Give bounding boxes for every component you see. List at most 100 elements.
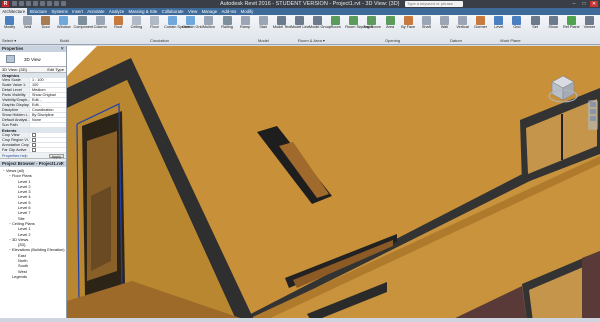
- tab-massing-site[interactable]: Massing & Site: [126, 8, 159, 15]
- set-button[interactable]: Set: [527, 16, 544, 36]
- save-icon[interactable]: [19, 1, 24, 6]
- checkbox[interactable]: [32, 148, 36, 152]
- panel-label-datum[interactable]: Datum: [450, 38, 462, 43]
- tag-room-button[interactable]: Tag Room: [363, 16, 381, 36]
- grid-button[interactable]: Grid: [508, 16, 525, 36]
- minimize-icon[interactable]: –: [570, 1, 578, 7]
- window-button[interactable]: Window: [55, 16, 72, 36]
- maximize-icon[interactable]: □: [580, 1, 588, 7]
- measure-icon[interactable]: [47, 1, 52, 6]
- ramp-button[interactable]: Ramp: [237, 16, 254, 36]
- print-icon[interactable]: [40, 1, 45, 6]
- door-button[interactable]: Door: [37, 16, 54, 36]
- stair-button[interactable]: Stair: [255, 16, 272, 36]
- tab-modify[interactable]: Modify: [238, 8, 255, 15]
- panel-label-select-[interactable]: Select ▾: [2, 38, 16, 43]
- property-value[interactable]: By Discipline: [30, 113, 66, 117]
- floor-button[interactable]: Floor: [146, 16, 163, 36]
- tab-collaborate[interactable]: Collaborate: [159, 8, 185, 15]
- dormer-button[interactable]: Dormer: [472, 16, 489, 36]
- tab-add-ins[interactable]: Add-Ins: [219, 8, 238, 15]
- property-value[interactable]: Show Original: [30, 93, 66, 97]
- wall-button[interactable]: Wall: [19, 16, 36, 36]
- zoom-icon[interactable]: [590, 109, 596, 114]
- edit-type-button[interactable]: Edit Type: [47, 67, 64, 73]
- tab-systems[interactable]: Systems: [49, 8, 70, 15]
- property-value[interactable]: Edit...: [30, 98, 66, 102]
- panel-label-circulation[interactable]: Circulation: [150, 38, 169, 43]
- door[interactable]: [91, 186, 111, 271]
- panel-label-model[interactable]: Model: [258, 38, 269, 43]
- tree-item[interactable]: Legends: [0, 274, 66, 279]
- ceiling-button[interactable]: Ceiling: [128, 16, 145, 36]
- tab-analyze[interactable]: Analyze: [107, 8, 127, 15]
- shaft-button[interactable]: Shaft: [418, 16, 435, 36]
- vertical-button[interactable]: Vertical: [454, 16, 471, 36]
- ribbon-button-label: Door: [41, 25, 50, 29]
- pan-icon[interactable]: [590, 116, 596, 121]
- by-face-button[interactable]: By Face: [400, 16, 417, 36]
- checkbox[interactable]: [32, 143, 36, 147]
- panel-label-build[interactable]: Build: [60, 38, 69, 43]
- model-line-button[interactable]: Model Line: [291, 16, 310, 36]
- tab-manage[interactable]: Manage: [199, 8, 219, 15]
- close-icon[interactable]: ✕: [590, 1, 598, 7]
- panel-label-work-plane[interactable]: Work Plane: [500, 38, 521, 43]
- revit-app-icon[interactable]: R: [2, 1, 9, 7]
- viewcube-icon[interactable]: [548, 72, 578, 104]
- tab-annotate[interactable]: Annotate: [85, 8, 107, 15]
- property-value[interactable]: [30, 133, 66, 137]
- modify-button[interactable]: Modify: [1, 16, 18, 36]
- curtain-system-button[interactable]: Curtain System: [164, 16, 190, 36]
- model-text-button[interactable]: Model Text: [273, 16, 291, 36]
- curtain-grid-button[interactable]: Curtain Grid: [182, 16, 203, 36]
- property-value[interactable]: None: [30, 118, 66, 122]
- level-button[interactable]: Level: [490, 16, 507, 36]
- room-button[interactable]: Room: [327, 16, 344, 36]
- close-icon[interactable]: ✕: [60, 161, 64, 167]
- property-value[interactable]: Coordination: [30, 108, 66, 112]
- property-value[interactable]: Edit...: [30, 103, 66, 107]
- property-value[interactable]: 1 : 100: [30, 78, 66, 82]
- tab-structure[interactable]: Structure: [27, 8, 49, 15]
- redo-icon[interactable]: [33, 1, 38, 6]
- mullion-button[interactable]: Mullion: [200, 16, 217, 36]
- checkbox[interactable]: [32, 138, 36, 142]
- 3d-viewport[interactable]: [67, 46, 600, 322]
- checkbox[interactable]: [32, 133, 36, 137]
- roof-button[interactable]: Roof: [110, 16, 127, 36]
- tab-view[interactable]: View: [186, 8, 200, 15]
- undo-icon[interactable]: [26, 1, 31, 6]
- wall-button[interactable]: Wall: [436, 16, 453, 36]
- component-button[interactable]: Component: [73, 16, 93, 36]
- building-model[interactable]: [67, 46, 600, 322]
- ref-plane-button[interactable]: Ref Plane: [563, 16, 580, 36]
- title-bar: R Autodesk Revit 2016 - STUDENT VERSION …: [0, 0, 600, 8]
- open-icon[interactable]: [12, 1, 17, 6]
- property-value[interactable]: Medium: [30, 88, 66, 92]
- viewer-button[interactable]: Viewer: [581, 16, 598, 36]
- property-value[interactable]: [30, 123, 66, 127]
- property-value[interactable]: [30, 138, 66, 142]
- railing-button[interactable]: Railing: [218, 16, 235, 36]
- property-value[interactable]: [30, 143, 66, 147]
- show-button[interactable]: Show: [545, 16, 562, 36]
- column-button[interactable]: Column: [92, 16, 109, 36]
- tab-insert[interactable]: Insert: [70, 8, 85, 15]
- room-separator-button[interactable]: Room Separator: [345, 16, 373, 36]
- steering-wheel-icon[interactable]: [590, 102, 596, 107]
- search-input[interactable]: Type a keyword or phrase: [405, 1, 463, 7]
- panel-label-room-area-[interactable]: Room & Area ▾: [298, 38, 325, 43]
- apply-button[interactable]: Apply: [48, 154, 64, 159]
- area-button[interactable]: Area: [382, 16, 399, 36]
- instance-selector[interactable]: 3D View: {3D} Edit Type: [0, 67, 66, 73]
- property-value[interactable]: [30, 148, 66, 152]
- tab-architecture[interactable]: Architecture: [0, 8, 28, 15]
- type-selector[interactable]: 3D View: [0, 52, 66, 67]
- section-icon[interactable]: [61, 1, 66, 6]
- 3d-view-icon[interactable]: [54, 1, 59, 6]
- model-group-button[interactable]: Model Group: [309, 16, 331, 36]
- properties-help-link[interactable]: Properties help: [2, 154, 28, 158]
- property-value[interactable]: 100: [30, 83, 66, 87]
- panel-label-opening[interactable]: Opening: [385, 38, 400, 43]
